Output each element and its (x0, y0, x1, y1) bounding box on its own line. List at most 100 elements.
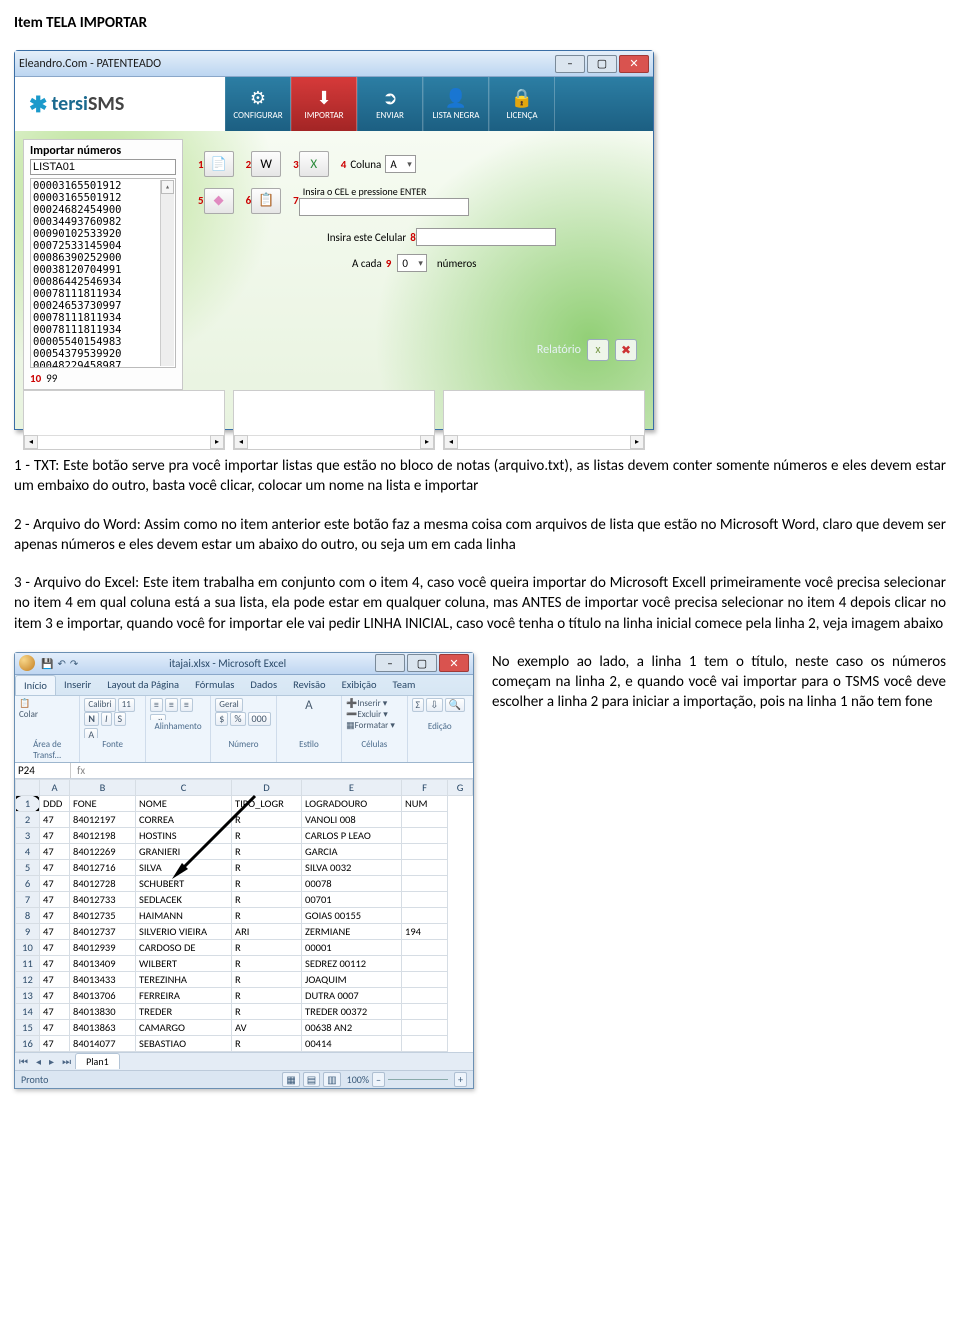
row-header[interactable]: 9 (16, 923, 40, 939)
cell[interactable]: R (232, 939, 302, 955)
quick-access-toolbar[interactable]: 💾↶↷ (41, 657, 82, 670)
hscroll-left[interactable]: ◂ (234, 435, 248, 449)
number-item[interactable]: 00078111811934 (33, 312, 173, 324)
ribbon-tab[interactable]: Team (385, 675, 424, 695)
cell[interactable]: HAIMANN (136, 907, 232, 923)
acada-select[interactable]: 0 (397, 254, 427, 272)
cell[interactable]: 00078 (302, 875, 402, 891)
table-row[interactable]: 74784012733SEDLACEKR00701 (16, 891, 473, 907)
menu-configurar[interactable]: ⚙CONFIGURAR (225, 77, 291, 131)
row-header[interactable]: 5 (16, 859, 40, 875)
ribbon-tab[interactable]: Início (15, 675, 56, 695)
table-row[interactable]: 144784013830TREDERRTREDER 00372 (16, 1003, 473, 1019)
cell[interactable]: SILVA (136, 859, 232, 875)
header-cell[interactable]: LOGRADOURO (302, 795, 402, 811)
col-header[interactable]: C (136, 779, 232, 795)
cell[interactable]: R (232, 811, 302, 827)
cell[interactable]: 84012733 (70, 891, 136, 907)
menu-lista negra[interactable]: 👤LISTA NEGRA (423, 77, 489, 131)
col-header[interactable]: A (40, 779, 70, 795)
row-header[interactable]: 16 (16, 1035, 40, 1051)
row-header[interactable]: 6 (16, 875, 40, 891)
header-cell[interactable]: DDD (40, 795, 70, 811)
table-row[interactable]: 164784014077SEBASTIAOR00414 (16, 1035, 473, 1051)
import-excel-button[interactable]: X (299, 151, 329, 177)
cell[interactable]: R (232, 843, 302, 859)
cell[interactable]: 84014077 (70, 1035, 136, 1051)
cell[interactable]: 84012198 (70, 827, 136, 843)
cell[interactable]: R (232, 891, 302, 907)
cell[interactable]: R (232, 955, 302, 971)
number-item[interactable]: 00024653730997 (33, 300, 173, 312)
view-break[interactable]: ▥ (323, 1072, 340, 1087)
formula-bar[interactable]: P24 fx (15, 763, 473, 779)
row-header[interactable]: 4 (16, 843, 40, 859)
cell[interactable]: 47 (40, 1035, 70, 1051)
table-row[interactable]: 64784012728SCHUBERTR00078 (16, 875, 473, 891)
cell[interactable]: R (232, 859, 302, 875)
cell[interactable]: 84012197 (70, 811, 136, 827)
cell[interactable] (402, 955, 448, 971)
cell[interactable]: 47 (40, 907, 70, 923)
hscroll-right[interactable]: ▸ (630, 435, 644, 449)
table-row[interactable]: 34784012198HOSTINSRCARLOS P LEAO (16, 827, 473, 843)
cell[interactable]: 47 (40, 923, 70, 939)
cell[interactable]: SILVA 0032 (302, 859, 402, 875)
cell[interactable]: R (232, 1035, 302, 1051)
cell[interactable]: FERREIRA (136, 987, 232, 1003)
table-row[interactable]: 54784012716SILVARSILVA 0032 (16, 859, 473, 875)
cell[interactable]: TREDER (136, 1003, 232, 1019)
table-row[interactable]: 24784012197CORREARVANOLI 008 (16, 811, 473, 827)
zoom-in[interactable]: + (454, 1072, 467, 1087)
number-item[interactable]: 00034493760982 (33, 216, 173, 228)
cell[interactable]: 84013830 (70, 1003, 136, 1019)
cell[interactable]: 84012269 (70, 843, 136, 859)
table-row[interactable]: 124784013433TEREZINHARJOAQUIM (16, 971, 473, 987)
number-item[interactable]: 00003165501912 (33, 192, 173, 204)
hscroll-right[interactable]: ▸ (420, 435, 434, 449)
cell[interactable]: SCHUBERT (136, 875, 232, 891)
col-header[interactable]: E (302, 779, 402, 795)
number-item[interactable]: 00086442546934 (33, 276, 173, 288)
number-item[interactable]: 00048229458987 (33, 360, 173, 368)
number-item[interactable]: 00072533145904 (33, 240, 173, 252)
row-header[interactable]: 11 (16, 955, 40, 971)
insira-celular-input[interactable] (416, 228, 556, 246)
cell[interactable]: 00638 AN2 (302, 1019, 402, 1035)
name-box[interactable]: P24 (15, 763, 71, 778)
sheet-tab[interactable]: Plan1 (75, 1053, 120, 1069)
cell[interactable]: 47 (40, 1019, 70, 1035)
minimize-button[interactable]: – (555, 55, 585, 73)
number-item[interactable]: 00003165501912 (33, 180, 173, 192)
number-item[interactable]: 00078111811934 (33, 288, 173, 300)
cell[interactable]: 47 (40, 971, 70, 987)
zoom-out[interactable]: – (372, 1072, 385, 1087)
row-header[interactable]: 7 (16, 891, 40, 907)
cell[interactable]: 47 (40, 891, 70, 907)
cel-enter-input[interactable] (299, 198, 469, 216)
number-item[interactable]: 00054379539920 (33, 348, 173, 360)
cell[interactable] (402, 987, 448, 1003)
excel-minimize[interactable]: – (375, 654, 405, 672)
cell[interactable]: GARCIA (302, 843, 402, 859)
number-item[interactable]: 00024682454900 (33, 204, 173, 216)
menu-enviar[interactable]: ➲ENVIAR (357, 77, 423, 131)
menu-importar[interactable]: ⬇IMPORTAR (291, 77, 357, 131)
cell[interactable]: 47 (40, 1003, 70, 1019)
cell[interactable]: HOSTINS (136, 827, 232, 843)
header-cell[interactable]: FONE (70, 795, 136, 811)
cell[interactable]: R (232, 987, 302, 1003)
ribbon-tab[interactable]: Revisão (285, 675, 334, 695)
row-header[interactable]: 14 (16, 1003, 40, 1019)
cell[interactable]: 47 (40, 939, 70, 955)
cell[interactable]: TREDER 00372 (302, 1003, 402, 1019)
import-txt-button[interactable]: 📄 (204, 151, 234, 177)
cell[interactable] (402, 1003, 448, 1019)
menu-licença[interactable]: 🔒LICENÇA (489, 77, 555, 131)
cell[interactable]: R (232, 907, 302, 923)
cell[interactable]: SEDLACEK (136, 891, 232, 907)
maximize-button[interactable]: ▢ (587, 55, 617, 73)
ribbon-group-cells[interactable]: ➕Inserir ▾➖Excluir ▾▦Formatar ▾ Células (342, 696, 407, 762)
cell[interactable]: 84012735 (70, 907, 136, 923)
coluna-select[interactable]: A (385, 155, 415, 173)
